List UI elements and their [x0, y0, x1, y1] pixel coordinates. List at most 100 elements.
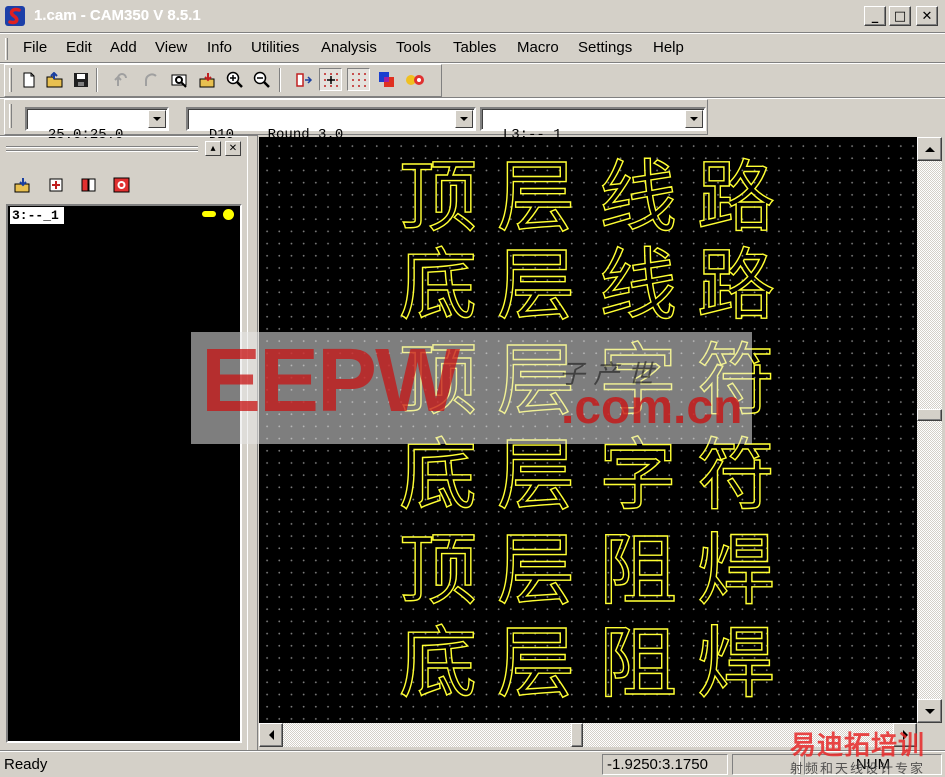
grid-dots-button[interactable] — [347, 68, 370, 91]
layer-flash-swatch[interactable] — [223, 209, 234, 220]
save-button[interactable] — [69, 68, 92, 91]
layer-select[interactable]: L3:--_1 — [480, 107, 706, 143]
panel-close-button[interactable]: ✕ — [225, 141, 241, 156]
chevron-up-icon — [924, 146, 935, 152]
import-layer-button[interactable] — [11, 173, 34, 196]
vertical-scrollbar[interactable] — [917, 137, 942, 723]
layers-book-icon — [81, 178, 95, 191]
menu-info[interactable]: Info — [207, 39, 232, 56]
grid-size-select[interactable]: 25.0:25.0 — [25, 107, 169, 143]
record-layer-button[interactable] — [110, 173, 133, 196]
canvas-glyph: 字 — [598, 431, 678, 521]
redo-button[interactable] — [138, 68, 161, 91]
menu-file[interactable]: File — [23, 39, 47, 56]
canvas-glyph: 层 — [496, 241, 576, 331]
vertical-scroll-thumb[interactable] — [917, 409, 942, 421]
toolbar-separator — [96, 68, 98, 92]
flip-icon — [295, 72, 312, 87]
canvas-glyph: 焊 — [696, 619, 776, 709]
zoom-in-button[interactable] — [223, 68, 246, 91]
canvas-glyph: 底 — [398, 431, 478, 521]
aperture-dropdown-button[interactable] — [455, 110, 473, 128]
layer-list[interactable] — [6, 204, 242, 743]
layer-line-swatch[interactable] — [202, 211, 216, 217]
canvas-glyph: 层 — [496, 431, 576, 521]
add-layer-button[interactable] — [44, 173, 67, 196]
zoom-in-icon — [226, 71, 243, 88]
scroll-up-button[interactable] — [917, 137, 942, 161]
menu-tools[interactable]: Tools — [396, 39, 431, 56]
menu-macro[interactable]: Macro — [517, 39, 559, 56]
find-button[interactable] — [168, 68, 191, 91]
close-button[interactable]: ✕ — [916, 6, 938, 26]
window-title: 1.cam - CAM350 V 8.5.1 — [34, 7, 201, 24]
layer-dropdown-button[interactable] — [685, 110, 703, 128]
import-layer-icon — [14, 177, 29, 192]
scroll-down-button[interactable] — [917, 699, 942, 723]
minimize-button[interactable]: _ — [864, 6, 886, 26]
canvas-glyph: 线 — [598, 241, 678, 331]
restore-icon: ▴ — [210, 143, 216, 154]
watermark-domain: .com.cn — [561, 381, 743, 434]
record-layer-icon — [113, 177, 129, 192]
horizontal-scroll-thumb[interactable] — [571, 723, 583, 747]
chevron-left-icon — [268, 730, 274, 740]
grid-size-dropdown-button[interactable] — [148, 110, 166, 128]
grid-snap-button[interactable] — [319, 68, 342, 91]
flash-icon — [405, 74, 424, 85]
panel-divider — [0, 135, 258, 137]
status-coordinates: -1.9250:3.1750 — [602, 754, 728, 775]
cam350-logo-icon — [5, 6, 25, 26]
canvas-glyph: 阻 — [598, 619, 678, 709]
menu-help[interactable]: Help — [653, 39, 684, 56]
menu-analysis[interactable]: Analysis — [321, 39, 377, 56]
layer-colors-icon — [378, 71, 394, 87]
canvas-glyph: 层 — [496, 153, 576, 243]
aperture-select[interactable]: D10 Round 3.0 — [186, 107, 476, 143]
layer-colors-button[interactable] — [375, 68, 398, 91]
flash-button[interactable] — [403, 68, 426, 91]
grid-snap-icon — [323, 72, 338, 87]
watermark-logo: EEPW — [201, 331, 460, 431]
undo-button[interactable] — [110, 68, 133, 91]
menu-add[interactable]: Add — [110, 39, 137, 56]
grid-dots-icon — [351, 72, 366, 87]
new-file-icon — [23, 72, 34, 87]
zoom-out-icon — [253, 71, 270, 88]
menu-view[interactable]: View — [155, 39, 187, 56]
panel-restore-button[interactable]: ▴ — [205, 141, 221, 156]
open-file-icon — [46, 71, 62, 87]
menubar-grip[interactable] — [5, 38, 8, 60]
canvas-glyph: 焊 — [696, 526, 776, 616]
new-file-button[interactable] — [17, 68, 40, 91]
site-watermark-subtitle: 射频和天线设计专家 — [790, 762, 926, 777]
canvas-glyph: 符 — [696, 431, 776, 521]
minimize-icon: _ — [871, 8, 879, 24]
menu-settings[interactable]: Settings — [578, 39, 632, 56]
import-icon — [199, 72, 214, 87]
eepw-watermark: EEPW 子 产 世 .com.cn — [191, 332, 752, 444]
layer-item-label[interactable]: 3:--_1 — [10, 207, 64, 224]
add-layer-icon — [49, 178, 62, 191]
open-file-button[interactable] — [43, 68, 66, 91]
layer-panel-grip[interactable] — [6, 146, 198, 154]
redo-icon — [144, 72, 157, 86]
menu-edit[interactable]: Edit — [66, 39, 92, 56]
canvas-glyph: 路 — [696, 153, 776, 243]
toolbar-grip[interactable] — [9, 104, 12, 128]
chevron-down-icon — [153, 117, 161, 121]
maximize-button[interactable]: □ — [889, 6, 911, 26]
find-icon — [171, 74, 187, 88]
zoom-out-button[interactable] — [250, 68, 273, 91]
menu-utilities[interactable]: Utilities — [251, 39, 299, 56]
canvas-glyph: 底 — [398, 619, 478, 709]
canvas-glyph: 路 — [696, 241, 776, 331]
import-button[interactable] — [196, 68, 219, 91]
scroll-left-button[interactable] — [259, 723, 283, 747]
toolbar-grip[interactable] — [9, 68, 12, 92]
layers-book-button[interactable] — [77, 173, 100, 196]
menu-tables[interactable]: Tables — [453, 39, 496, 56]
site-watermark-title: 易迪拓培训 — [790, 731, 926, 761]
flip-button[interactable] — [292, 68, 315, 91]
chevron-down-icon — [924, 708, 935, 714]
